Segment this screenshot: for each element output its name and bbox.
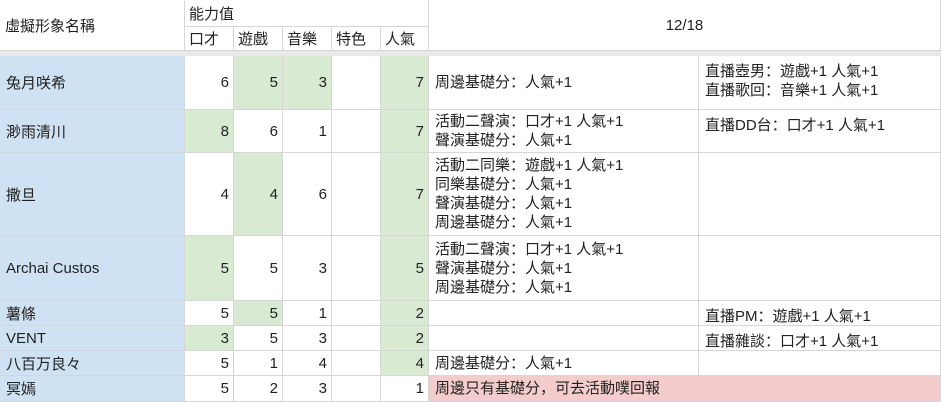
header-ability-label: 能力值 bbox=[189, 5, 235, 23]
stat-cell[interactable]: 5 bbox=[234, 236, 283, 301]
stat-cell[interactable] bbox=[332, 153, 381, 236]
row-name-cell[interactable]: Archai Custos bbox=[0, 236, 185, 301]
row-name-cell[interactable]: 薯條 bbox=[0, 301, 185, 326]
note-cell[interactable]: 周邊基礎分：人氣+1 bbox=[429, 351, 699, 376]
row-name-cell[interactable]: 冥嫣 bbox=[0, 376, 185, 402]
stat-cell[interactable]: 2 bbox=[381, 326, 429, 351]
stat-cell[interactable]: 8 bbox=[185, 110, 234, 153]
row-name-cell[interactable]: 兔月咲希 bbox=[0, 56, 185, 110]
stat-cell[interactable]: 4 bbox=[381, 351, 429, 376]
col-label: 人氣 bbox=[385, 31, 416, 48]
note-cell[interactable]: 活動二聲演：口才+1 人氣+1 聲演基礎分：人氣+1 bbox=[429, 110, 699, 153]
stat-cell[interactable]: 2 bbox=[381, 301, 429, 326]
stream-note-cell[interactable] bbox=[699, 351, 941, 376]
row-name-cell[interactable]: 撒旦 bbox=[0, 153, 185, 236]
stat-cell[interactable]: 1 bbox=[381, 376, 429, 402]
note-cell[interactable] bbox=[429, 301, 699, 326]
stat-cell[interactable]: 7 bbox=[381, 110, 429, 153]
row-name-cell[interactable]: 渺雨清川 bbox=[0, 110, 185, 153]
row-name-label: 八百万良々 bbox=[6, 355, 82, 373]
stat-cell[interactable]: 5 bbox=[234, 301, 283, 326]
note-cell[interactable]: 活動二同樂：遊戲+1 人氣+1 同樂基礎分：人氣+1 聲演基礎分：人氣+1 周邊… bbox=[429, 153, 699, 236]
stat-cell[interactable]: 5 bbox=[234, 56, 283, 110]
col-label: 遊戲 bbox=[238, 31, 269, 48]
stat-cell[interactable] bbox=[332, 110, 381, 153]
stream-note-cell[interactable]: 直播壺男：遊戲+1 人氣+1 直播歌回：音樂+1 人氣+1 bbox=[699, 56, 941, 110]
header-col-speech[interactable]: 口才 bbox=[185, 27, 234, 51]
row-name-label: Archai Custos bbox=[6, 259, 100, 277]
row-name-label: VENT bbox=[6, 329, 47, 347]
header-col-music[interactable]: 音樂 bbox=[283, 27, 332, 51]
stat-cell[interactable] bbox=[332, 236, 381, 301]
stat-cell[interactable]: 3 bbox=[185, 326, 234, 351]
stat-cell[interactable]: 6 bbox=[185, 56, 234, 110]
stat-cell[interactable]: 5 bbox=[185, 351, 234, 376]
stream-note-cell[interactable]: 直播DD台：口才+1 人氣+1 bbox=[699, 110, 941, 153]
header-col-popularity[interactable]: 人氣 bbox=[381, 27, 429, 51]
stat-cell[interactable]: 7 bbox=[381, 153, 429, 236]
row-name-label: 兔月咲希 bbox=[6, 75, 67, 92]
spreadsheet: 虛擬形象名稱 能力值 12/18 口才 遊戲 音樂 特色 人氣 兔月咲希 6 5 3 7… bbox=[0, 0, 941, 402]
stat-cell[interactable]: 1 bbox=[283, 301, 332, 326]
stat-cell[interactable]: 4 bbox=[234, 153, 283, 236]
stat-cell[interactable] bbox=[332, 301, 381, 326]
stat-cell[interactable]: 5 bbox=[234, 326, 283, 351]
note-cell[interactable] bbox=[429, 326, 699, 351]
row-name-label: 冥嫣 bbox=[6, 381, 37, 398]
stat-cell[interactable] bbox=[332, 376, 381, 402]
header-col-game[interactable]: 遊戲 bbox=[234, 27, 283, 51]
stat-cell[interactable]: 1 bbox=[234, 351, 283, 376]
stat-cell[interactable]: 3 bbox=[283, 376, 332, 402]
row-name-label: 薯條 bbox=[6, 305, 37, 323]
row-name-cell[interactable]: 八百万良々 bbox=[0, 351, 185, 376]
stat-cell[interactable]: 6 bbox=[283, 153, 332, 236]
note-cell[interactable]: 周邊只有基礎分，可去活動噗回報 bbox=[429, 376, 941, 402]
stat-cell[interactable]: 3 bbox=[283, 326, 332, 351]
stat-cell[interactable] bbox=[332, 56, 381, 110]
note-cell[interactable]: 周邊基礎分：人氣+1 bbox=[429, 56, 699, 110]
note-cell[interactable]: 活動二聲演：口才+1 人氣+1 聲演基礎分：人氣+1 周邊基礎分：人氣+1 bbox=[429, 236, 699, 301]
stream-note-cell[interactable]: 直播雜談：口才+1 人氣+1 bbox=[699, 326, 941, 351]
header-ability-group[interactable]: 能力值 bbox=[185, 0, 429, 27]
stat-cell[interactable]: 7 bbox=[381, 56, 429, 110]
stat-cell[interactable]: 6 bbox=[234, 110, 283, 153]
stat-cell[interactable] bbox=[332, 351, 381, 376]
row-name-label: 渺雨清川 bbox=[6, 123, 67, 141]
stat-cell[interactable]: 5 bbox=[185, 236, 234, 301]
col-label: 口才 bbox=[189, 31, 220, 48]
header-name-label: 虛擬形象名稱 bbox=[5, 17, 96, 35]
header-col-feature[interactable]: 特色 bbox=[332, 27, 381, 51]
stream-note-cell[interactable]: 直播PM：遊戲+1 人氣+1 bbox=[699, 301, 941, 326]
stream-note-cell[interactable] bbox=[699, 236, 941, 301]
stat-cell[interactable]: 4 bbox=[185, 153, 234, 236]
stat-cell[interactable]: 3 bbox=[283, 236, 332, 301]
stat-cell[interactable]: 5 bbox=[185, 301, 234, 326]
row-name-cell[interactable]: VENT bbox=[0, 326, 185, 351]
col-label: 音樂 bbox=[287, 31, 318, 48]
stat-cell[interactable] bbox=[332, 326, 381, 351]
header-date-label: 12/18 bbox=[665, 16, 704, 34]
header-name-cell[interactable]: 虛擬形象名稱 bbox=[0, 0, 185, 51]
stat-cell[interactable]: 4 bbox=[283, 351, 332, 376]
row-name-label: 撒旦 bbox=[6, 186, 37, 204]
header-date-cell[interactable]: 12/18 bbox=[429, 0, 941, 51]
stat-cell[interactable]: 5 bbox=[381, 236, 429, 301]
stream-note-cell[interactable] bbox=[699, 153, 941, 236]
stat-cell[interactable]: 3 bbox=[283, 56, 332, 110]
stat-cell[interactable]: 2 bbox=[234, 376, 283, 402]
col-label: 特色 bbox=[336, 31, 367, 48]
stat-cell[interactable]: 5 bbox=[185, 376, 234, 402]
stat-cell[interactable]: 1 bbox=[283, 110, 332, 153]
